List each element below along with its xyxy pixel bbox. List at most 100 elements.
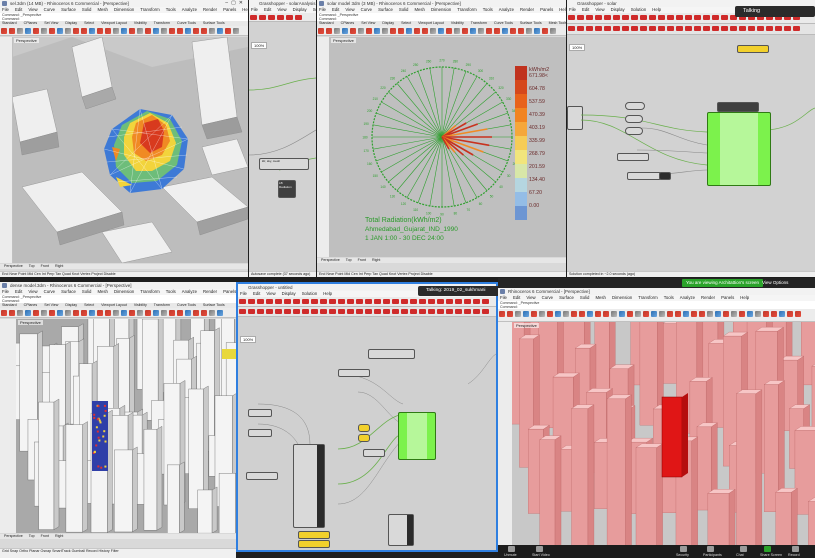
menu-item[interactable]: Solution <box>631 7 647 12</box>
toolbar-tab[interactable]: Standard <box>2 303 17 307</box>
tool-icon[interactable] <box>658 14 665 20</box>
gh-list-node[interactable] <box>388 514 414 546</box>
tool-icon[interactable] <box>374 27 380 34</box>
tool-icon[interactable] <box>779 310 785 317</box>
window-title-bar[interactable]: dense model.3dm - Rhinoceros 6 Commercia… <box>0 282 236 289</box>
tool-icon[interactable] <box>209 27 215 34</box>
menu-item[interactable]: Analyze <box>680 295 695 300</box>
toolbar-icons[interactable] <box>498 309 815 322</box>
tool-icon[interactable] <box>676 14 683 20</box>
gh-radiation-node[interactable]: LB Radiation <box>278 180 296 198</box>
tool-icon[interactable] <box>295 14 302 20</box>
menu-item[interactable]: Dimension <box>114 289 134 294</box>
tool-icon[interactable] <box>478 27 484 34</box>
tool-icon[interactable] <box>97 27 103 34</box>
tool-icon[interactable] <box>329 298 336 304</box>
menu-item[interactable]: Dimension <box>431 7 451 12</box>
gh-param-node[interactable] <box>246 472 278 480</box>
tool-icon[interactable] <box>748 25 755 31</box>
menu-item[interactable]: Edit <box>513 295 520 300</box>
menu-item[interactable]: Render <box>701 295 715 300</box>
gh-toggle-node[interactable] <box>625 115 643 123</box>
tool-icon[interactable] <box>383 308 390 314</box>
viewport-tabs[interactable]: Perspective Top Front Right <box>317 258 566 263</box>
menu-item[interactable]: Tools <box>664 295 674 300</box>
tool-icon[interactable] <box>587 310 593 317</box>
menu-item[interactable]: Dimension <box>612 295 632 300</box>
tool-icon[interactable] <box>105 27 111 34</box>
tool-icon[interactable] <box>721 14 728 20</box>
perspective-viewport[interactable]: Perspective <box>16 319 236 533</box>
tool-icon[interactable] <box>437 308 444 314</box>
menu-item[interactable]: Solution <box>302 291 318 296</box>
toolbar-icons[interactable] <box>0 308 236 318</box>
tool-icon[interactable] <box>209 309 215 316</box>
tool-icon[interactable] <box>392 308 399 314</box>
tool-icon[interactable] <box>1 27 7 34</box>
tool-icon[interactable] <box>33 27 39 34</box>
menu-item[interactable]: File <box>2 289 9 294</box>
toolbar-icons[interactable] <box>0 26 248 36</box>
tool-icon[interactable] <box>9 309 15 316</box>
tool-icon[interactable] <box>640 25 647 31</box>
window-title-bar[interactable]: Rhinoceros 6 Commercial - [Perspective] <box>498 288 815 295</box>
menu-item[interactable]: Mesh <box>97 289 108 294</box>
zoom-dropdown[interactable]: 100% <box>569 44 586 51</box>
menu-item[interactable]: Panels <box>223 289 236 294</box>
tool-icon[interactable] <box>482 308 489 314</box>
tool-icon[interactable] <box>81 309 87 316</box>
tool-icon[interactable] <box>547 310 553 317</box>
tool-icon[interactable] <box>685 25 692 31</box>
toolbar-tab[interactable]: Select <box>84 303 94 307</box>
tool-icon[interactable] <box>699 310 705 317</box>
toolbar-tab[interactable]: Display <box>65 21 77 25</box>
component-toolbar-2[interactable] <box>567 24 815 35</box>
menu-item[interactable]: Edit <box>15 289 22 294</box>
tool-icon[interactable] <box>113 27 119 34</box>
tool-icon[interactable] <box>201 27 207 34</box>
tool-icon[interactable] <box>347 298 354 304</box>
tool-icon[interactable] <box>507 310 513 317</box>
toolbar-tab[interactable]: Visibility <box>134 21 147 25</box>
tool-icon[interactable] <box>757 25 764 31</box>
osnap-status-bar[interactable]: End Near Point Mid Cen Int Perp Tan Quad… <box>0 271 248 277</box>
tool-icon[interactable] <box>161 309 167 316</box>
menu-item[interactable]: Tools <box>483 7 493 12</box>
tool-icon[interactable] <box>422 27 428 34</box>
tool-icon[interactable] <box>217 27 223 34</box>
gh-param-node[interactable] <box>659 172 671 180</box>
menu-item[interactable]: Edit <box>332 7 339 12</box>
toolbar-icons[interactable] <box>317 26 566 36</box>
toolbar-tab[interactable]: Viewport Layout <box>101 303 127 307</box>
tool-icon[interactable] <box>611 310 617 317</box>
tool-icon[interactable] <box>401 298 408 304</box>
tool-icon[interactable] <box>9 27 15 34</box>
zoom-control-icon[interactable] <box>680 546 687 552</box>
tool-icon[interactable] <box>586 25 593 31</box>
tool-icon[interactable] <box>473 308 480 314</box>
viewport-tab[interactable]: Top <box>29 534 35 538</box>
tool-icon[interactable] <box>568 25 575 31</box>
tool-icon[interactable] <box>137 309 143 316</box>
toolbar-tab[interactable]: Standard <box>319 21 334 25</box>
tool-icon[interactable] <box>185 27 191 34</box>
menu-item[interactable]: File <box>569 7 576 12</box>
menu-item[interactable]: Tools <box>166 289 176 294</box>
gh-output-node[interactable] <box>717 102 759 112</box>
menu-item[interactable]: Display <box>611 7 625 12</box>
menu-item[interactable]: File <box>240 291 247 296</box>
tool-icon[interactable] <box>49 309 55 316</box>
toolbar-tab[interactable]: Display <box>382 21 394 25</box>
tool-icon[interactable] <box>311 298 318 304</box>
tool-icon[interactable] <box>604 14 611 20</box>
menu-item[interactable]: Surface <box>61 289 76 294</box>
tool-icon[interactable] <box>145 309 151 316</box>
gh-toggle-node[interactable] <box>358 434 370 442</box>
viewport-tab[interactable]: Right <box>372 258 380 262</box>
menu-item[interactable]: Transform <box>140 289 159 294</box>
tool-icon[interactable] <box>342 27 348 34</box>
tool-icon[interactable] <box>49 27 55 34</box>
tool-icon[interactable] <box>793 25 800 31</box>
tool-icon[interactable] <box>667 25 674 31</box>
menu-item[interactable]: Render <box>520 7 534 12</box>
